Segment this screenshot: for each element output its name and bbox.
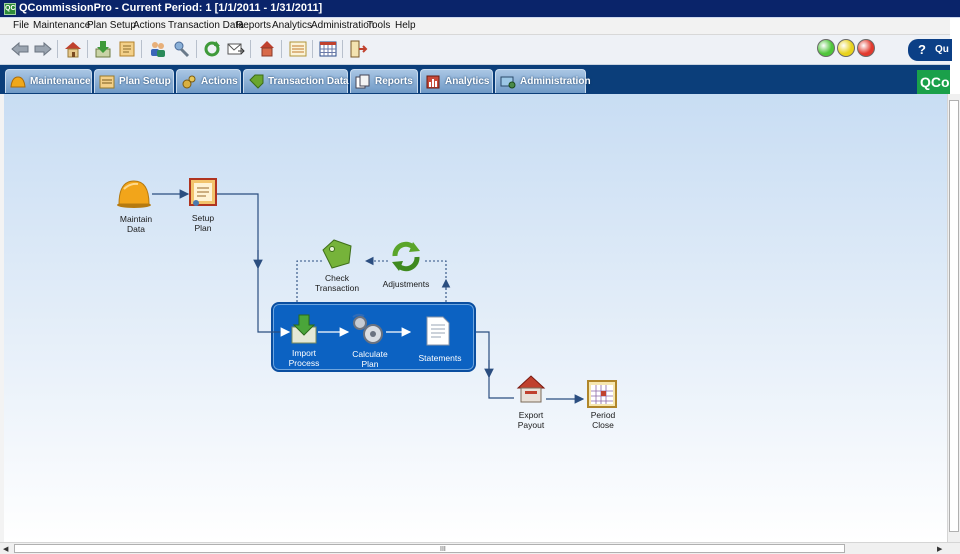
calendar-grid-icon bbox=[587, 380, 617, 408]
period-close-label: Period Close bbox=[590, 410, 616, 430]
refresh-icon bbox=[392, 241, 420, 272]
flow-connectors bbox=[152, 189, 585, 404]
adjustments-node[interactable] bbox=[389, 240, 423, 272]
tag-icon bbox=[322, 239, 352, 269]
scroll-grip: III bbox=[440, 546, 446, 553]
vertical-scroll-thumb[interactable] bbox=[949, 100, 959, 532]
import-process-node[interactable] bbox=[290, 313, 318, 345]
gears-icon bbox=[352, 313, 383, 344]
horizontal-scrollbar[interactable]: ◀ III ▶ bbox=[0, 542, 960, 554]
document-icon bbox=[426, 316, 450, 346]
import-process-label: Import Process bbox=[288, 348, 320, 368]
calculate-plan-node[interactable] bbox=[350, 313, 386, 347]
plan-icon bbox=[189, 178, 217, 206]
helmet-icon bbox=[117, 180, 151, 208]
check-transaction-node[interactable] bbox=[320, 238, 354, 270]
calculate-plan-label: Calculate Plan bbox=[352, 349, 388, 369]
connector-statements-to-export bbox=[476, 331, 514, 399]
statements-node[interactable] bbox=[425, 315, 451, 347]
scroll-right-icon[interactable]: ▶ bbox=[937, 545, 942, 553]
vertical-scrollbar[interactable] bbox=[947, 94, 960, 542]
adjustments-label: Adjustments bbox=[382, 279, 430, 289]
export-payout-node[interactable] bbox=[516, 374, 546, 406]
setup-plan-label: Setup Plan bbox=[191, 213, 215, 233]
horizontal-scroll-thumb[interactable]: III bbox=[14, 544, 845, 553]
setup-plan-node[interactable] bbox=[189, 178, 217, 208]
export-payout-label: Export Payout bbox=[517, 410, 545, 430]
statements-label: Statements bbox=[418, 353, 462, 363]
maintain-data-node[interactable] bbox=[116, 177, 152, 209]
check-transaction-label: Check Transaction bbox=[314, 273, 360, 293]
import-icon bbox=[291, 314, 317, 344]
scroll-left-icon[interactable]: ◀ bbox=[3, 545, 8, 553]
period-close-node[interactable] bbox=[587, 380, 617, 408]
maintain-data-label: Maintain Data bbox=[119, 214, 153, 234]
export-icon bbox=[516, 375, 546, 403]
